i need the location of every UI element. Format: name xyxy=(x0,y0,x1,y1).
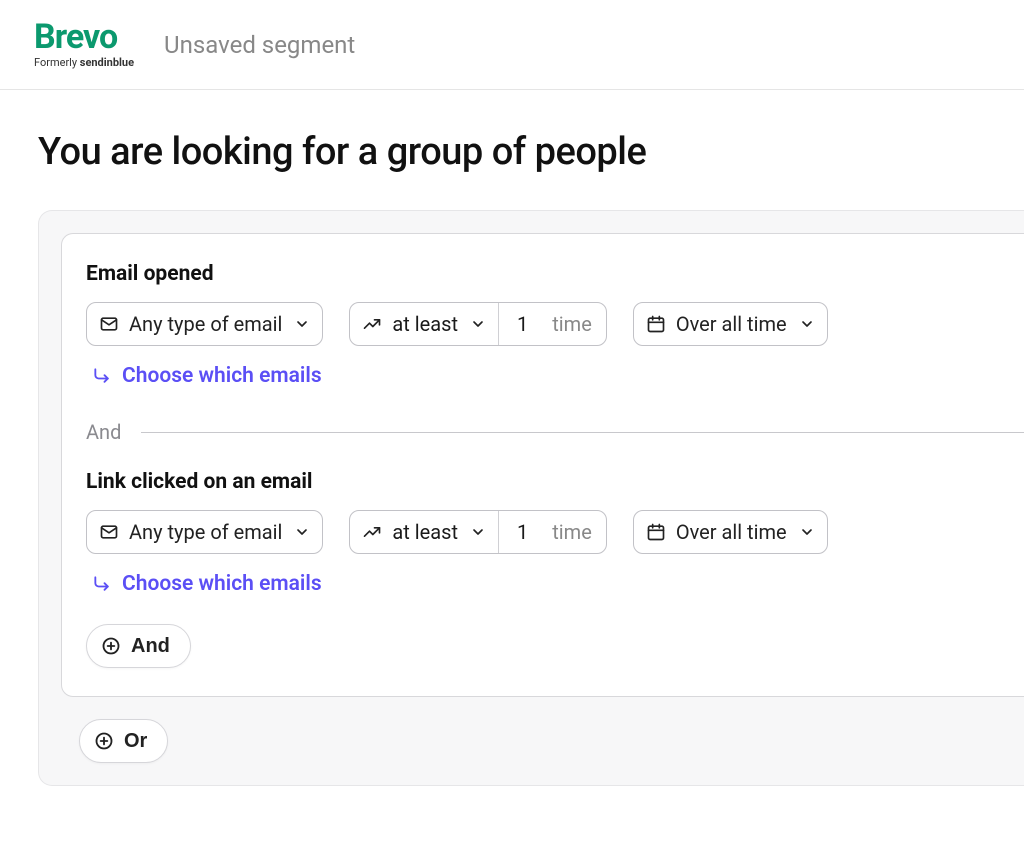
count-unit: time xyxy=(546,511,606,553)
timeframe-label: Over all time xyxy=(676,312,787,336)
email-type-label: Any type of email xyxy=(129,520,282,544)
email-type-select[interactable]: Any type of email xyxy=(86,302,323,346)
chevron-down-icon xyxy=(799,524,815,540)
and-connector-label: And xyxy=(86,420,121,444)
calendar-icon xyxy=(646,522,666,542)
count-unit: time xyxy=(546,303,606,345)
email-type-select[interactable]: Any type of email xyxy=(86,510,323,554)
comparator-select[interactable]: at least xyxy=(350,511,498,553)
plus-circle-icon xyxy=(94,731,114,751)
choose-emails-label: Choose which emails xyxy=(122,572,322,596)
page-title: You are looking for a group of people xyxy=(38,130,1024,174)
trend-icon xyxy=(362,314,382,334)
sub-arrow-icon xyxy=(92,366,112,386)
condition-title: Link clicked on an email xyxy=(86,470,1024,494)
mail-icon xyxy=(99,522,119,542)
add-and-label: And xyxy=(131,635,170,658)
timeframe-select[interactable]: Over all time xyxy=(633,302,828,346)
count-input[interactable]: 1 xyxy=(499,511,546,553)
and-group-card: Email opened Any type of email xyxy=(61,233,1024,697)
count-group: at least 1 time xyxy=(349,510,606,554)
content-area: You are looking for a group of people Em… xyxy=(0,90,1024,786)
divider-line xyxy=(141,432,1024,433)
app-header: Brevo Formerly sendinblue Unsaved segmen… xyxy=(0,0,1024,90)
sub-arrow-icon xyxy=(92,574,112,594)
brand-subline: Formerly sendinblue xyxy=(34,56,134,69)
comparator-label: at least xyxy=(392,520,458,544)
or-button-wrap: Or xyxy=(61,719,1024,763)
calendar-icon xyxy=(646,314,666,334)
trend-icon xyxy=(362,522,382,542)
chevron-down-icon xyxy=(799,316,815,332)
choose-emails-link[interactable]: Choose which emails xyxy=(86,364,322,388)
condition-block: Link clicked on an email Any type of ema… xyxy=(86,470,1024,598)
count-group: at least 1 time xyxy=(349,302,606,346)
add-and-button[interactable]: And xyxy=(86,624,191,668)
condition-title: Email opened xyxy=(86,262,1024,286)
add-or-label: Or xyxy=(124,730,147,753)
brand-logo: Brevo Formerly sendinblue xyxy=(34,20,134,69)
timeframe-select[interactable]: Over all time xyxy=(633,510,828,554)
segment-builder-outer: Email opened Any type of email xyxy=(38,210,1024,786)
email-type-label: Any type of email xyxy=(129,312,282,336)
mail-icon xyxy=(99,314,119,334)
condition-block: Email opened Any type of email xyxy=(86,262,1024,390)
chevron-down-icon xyxy=(294,524,310,540)
choose-emails-label: Choose which emails xyxy=(122,364,322,388)
filter-row: Any type of email at least xyxy=(86,302,1024,346)
count-input[interactable]: 1 xyxy=(499,303,546,345)
chevron-down-icon xyxy=(470,524,486,540)
segment-title[interactable]: Unsaved segment xyxy=(164,31,355,59)
chevron-down-icon xyxy=(470,316,486,332)
and-divider: And xyxy=(86,420,1024,444)
brand-subline-prefix: Formerly xyxy=(34,56,80,69)
brand-name: Brevo xyxy=(34,20,134,54)
add-or-button[interactable]: Or xyxy=(79,719,168,763)
timeframe-label: Over all time xyxy=(676,520,787,544)
filter-row: Any type of email at least xyxy=(86,510,1024,554)
plus-circle-icon xyxy=(101,636,121,656)
brand-subline-bold: sendinblue xyxy=(80,56,134,69)
comparator-label: at least xyxy=(392,312,458,336)
comparator-select[interactable]: at least xyxy=(350,303,498,345)
choose-emails-link[interactable]: Choose which emails xyxy=(86,572,322,596)
chevron-down-icon xyxy=(294,316,310,332)
